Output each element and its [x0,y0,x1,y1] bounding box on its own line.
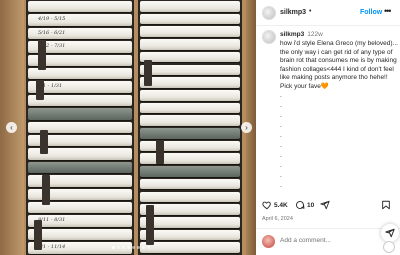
notebook-spine [140,191,240,203]
send-icon[interactable] [381,224,399,242]
more-dots-icon[interactable]: ••• [384,6,392,16]
notebook-spine [140,39,240,50]
notebook-spine [140,1,240,12]
elastic-band [156,140,164,164]
elastic-band [36,80,44,100]
notebook-spine [140,89,240,101]
caption-dot-line: . [280,152,282,159]
follow-button[interactable]: Follow [360,9,382,16]
notebook-spine [140,140,240,152]
notebook-spine [140,128,240,139]
notebook-spine [28,108,132,120]
comment-bubble-icon [296,201,305,210]
notebook-spine [140,26,240,38]
post-sidebar: silkmp3 • Follow ••• silkmp3 122w how i'd… [256,0,400,255]
post-photo: 4/19 - 5/15 5/16 - 6/21 6/22 - 7/31 1/1 - 1… [0,0,256,255]
notebook-spine [28,228,132,241]
avatar[interactable] [262,6,276,20]
notebook-spine [140,229,240,241]
carousel-dot [132,246,135,249]
carousel-dot [127,246,130,249]
elastic-band [34,220,42,250]
caption-dot-line: . [280,132,282,139]
divider [256,228,400,229]
spine-label: 5/16 - 6/21 [38,29,66,36]
post-date[interactable]: April 6, 2024 [262,216,293,222]
save-button[interactable] [381,200,391,210]
notebook-spine [140,216,240,228]
notebook-spine [140,242,240,253]
notebook-spine: 5/16 - 6/21 [28,27,132,40]
notebook-spine [140,51,240,63]
carousel-dots [112,246,150,249]
comment-count[interactable]: 10 [307,202,314,209]
caption-dot-line: . [280,102,282,109]
caption-dot-line: . [280,162,282,169]
notebook-spine [140,153,240,165]
notebook-spine [140,77,240,88]
notebook-spine [140,178,240,190]
caption-dot-line: . [280,182,282,189]
emoji-button[interactable] [383,241,395,253]
action-bar: 5.4K 10 [256,200,400,214]
chevron-left-icon[interactable]: ‹ [6,122,17,133]
notebook-spine [140,166,240,177]
notebook-spine [140,102,240,114]
notebook-spine [28,1,132,13]
spine-label: 4/19 - 5/15 [38,16,66,23]
carousel-dot [142,246,145,249]
carousel-dot [147,246,150,249]
like-count[interactable]: 5.4K [274,202,288,209]
spine-label: 8/11 - 8/31 [38,217,66,224]
caption-time[interactable]: 122w [307,31,323,38]
caption-dot-line: . [280,142,282,149]
username[interactable]: silkmp3 [280,9,306,16]
send-icon [320,200,330,210]
elastic-band [146,205,154,245]
viewer-avatar [262,235,275,248]
notebook-spine [140,64,240,76]
carousel-dot [122,246,125,249]
comment-button[interactable]: 10 [295,200,314,210]
caption-text: how i'd style Elena Greco (my beloved)..… [280,40,398,90]
carousel-dot [112,246,115,249]
notebook-spine: 4/19 - 5/15 [28,14,132,26]
notebook-spine [140,204,240,215]
notebook-column-right [138,0,242,255]
caption-meta: silkmp3 122w [280,31,323,38]
caption-username[interactable]: silkmp3 [280,31,304,38]
post-header: silkmp3 • Follow ••• [256,0,400,26]
notebook-spine [140,13,240,25]
like-button[interactable]: 5.4K [262,200,288,210]
notebook-spine [140,115,240,126]
caption-dot-line: . [280,92,282,99]
elastic-band [42,175,50,205]
carousel-dot [137,246,140,249]
elastic-band [144,60,152,86]
carousel-dot [117,246,120,249]
spine-label: 9/1 - 11/14 [38,244,66,251]
comment-input[interactable]: Add a comment... [280,237,331,244]
header-separator: • [309,8,312,15]
caption-avatar[interactable] [262,30,276,44]
elastic-band [38,40,46,70]
elastic-band [40,130,48,154]
heart-icon [262,201,271,210]
notebook-spine [28,161,132,174]
caption-dot-line: . [280,112,282,119]
instagram-post-viewer: 4/19 - 5/15 5/16 - 6/21 6/22 - 7/31 1/1 - 1… [0,0,400,255]
caption-dot-line: . [280,172,282,179]
caption-dot-line: . [280,122,282,129]
share-button[interactable] [320,200,330,210]
notebook-column-left: 4/19 - 5/15 5/16 - 6/21 6/22 - 7/31 1/1 - 1… [26,0,134,255]
chevron-right-icon[interactable]: › [241,122,252,133]
notebook-spine: 8/11 - 8/31 [28,215,132,227]
bookmark-icon [382,200,390,210]
